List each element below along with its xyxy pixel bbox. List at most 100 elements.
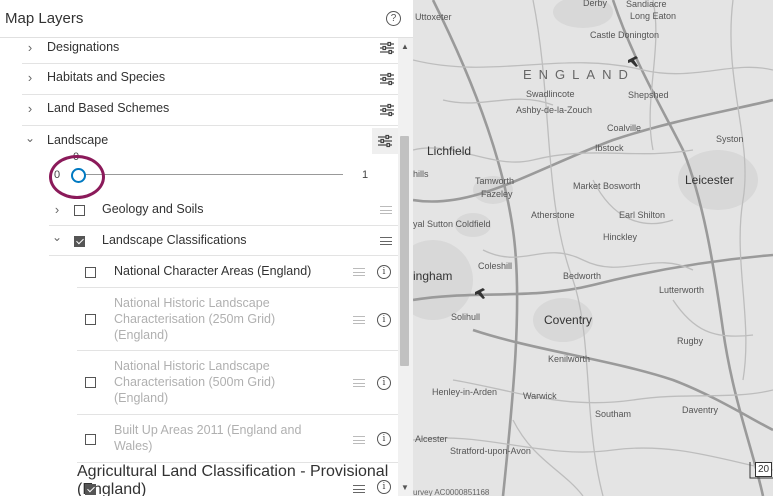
map-label: Southam — [595, 409, 632, 419]
map-label: Warwick — [523, 391, 557, 401]
layer-item-nhlc-500[interactable]: National Historic Landscape Characterisa… — [77, 351, 398, 415]
map-label: Alcester — [415, 434, 448, 444]
map-layers-panel: Map Layers ? › Designations › Habitats a… — [0, 0, 413, 496]
layer-label: National Historic Landscape Characterisa… — [114, 296, 276, 342]
drag-handle-icon[interactable] — [380, 206, 392, 214]
map-label: Market Bosworth — [573, 181, 641, 191]
map-label: ENGLAND — [523, 67, 635, 82]
layer-group-habitats[interactable]: › Habitats and Species — [22, 64, 398, 95]
drag-handle-icon[interactable] — [353, 485, 365, 493]
map-label: Sandiacre — [626, 0, 667, 9]
map-label: Hinckley — [603, 232, 638, 242]
layer-item-nhlc-250[interactable]: National Historic Landscape Characterisa… — [77, 288, 398, 351]
panel-header: Map Layers ? — [0, 0, 413, 38]
map-label: ingham — [413, 269, 453, 283]
map-label: Lichfield — [427, 144, 472, 158]
map-copyright: urvey AC0000851168 — [413, 488, 490, 496]
layer-group-land-based-schemes[interactable]: › Land Based Schemes — [22, 95, 398, 126]
map-label: Stratford-upon-Avon — [450, 446, 531, 456]
layer-item-alc[interactable]: Agricultural Land Classification - Provi… — [77, 463, 398, 496]
slider-track[interactable] — [78, 174, 343, 175]
settings-sliders-icon — [378, 134, 392, 148]
layer-checkbox[interactable] — [85, 267, 96, 278]
map-label: Earl Shilton — [619, 210, 666, 220]
layer-list: › Designations › Habitats and Species › … — [0, 38, 398, 496]
map-label: Bedworth — [563, 271, 602, 281]
annotation-circle — [49, 155, 105, 199]
map-label: Rugby — [677, 336, 704, 346]
settings-sliders-icon[interactable] — [379, 72, 395, 86]
info-icon[interactable]: i — [377, 313, 391, 327]
drag-handle-icon[interactable] — [353, 316, 365, 324]
settings-sliders-icon[interactable] — [379, 41, 395, 55]
layer-checkbox[interactable] — [85, 377, 96, 388]
map-scale-label: 20 — [755, 462, 773, 477]
chevron-right-icon[interactable]: › — [25, 71, 35, 85]
map-label: Coleshill — [478, 261, 513, 271]
layer-label: Land Based Schemes — [47, 101, 170, 115]
chevron-right-icon[interactable]: › — [25, 102, 35, 116]
settings-button-active[interactable] — [372, 128, 398, 154]
layer-label: Landscape — [47, 133, 109, 147]
layer-group-geology[interactable]: › Geology and Soils — [49, 196, 398, 226]
map-label: Leicester — [685, 173, 734, 187]
layer-label: Landscape Classifications — [102, 233, 247, 247]
scroll-down-arrow-icon[interactable]: ▼ — [401, 483, 409, 492]
map-label: Derby — [583, 0, 608, 8]
chevron-down-icon[interactable]: ⌄ — [52, 230, 62, 244]
map-label: Fazeley — [481, 189, 513, 199]
map-label: hills — [413, 169, 429, 179]
layer-group-landscape[interactable]: ⌄ Landscape — [22, 126, 398, 154]
layer-checkbox-checked[interactable] — [74, 236, 85, 247]
layer-checkbox[interactable] — [74, 205, 85, 216]
map-label: Swadlincote — [526, 89, 575, 99]
chevron-down-icon[interactable]: ⌄ — [25, 131, 35, 145]
map-label: yal Sutton Coldfield — [413, 219, 491, 229]
map-label: Long Eaton — [630, 11, 677, 21]
layer-group-landscape-classifications[interactable]: ⌄ Landscape Classifications — [49, 226, 398, 256]
slider-min-label: 0 — [54, 169, 61, 181]
layer-checkbox-checked[interactable] — [85, 484, 96, 495]
scrollbar[interactable]: ▲ ▼ — [398, 38, 413, 496]
info-icon[interactable]: i — [377, 480, 391, 494]
map-label: Uttoxeter — [415, 12, 452, 22]
map-label: Lutterworth — [659, 285, 705, 295]
chevron-right-icon[interactable]: › — [52, 203, 62, 217]
settings-sliders-icon[interactable] — [379, 103, 395, 117]
layer-label: Built Up Areas 2011 (England and Wales) — [114, 423, 302, 453]
layer-label: National Historic Landscape Characterisa… — [114, 359, 276, 405]
drag-handle-icon[interactable] — [380, 237, 392, 245]
slider-thumb[interactable] — [71, 168, 86, 183]
layer-label: Designations — [47, 40, 120, 54]
map-label: Tamworth — [475, 176, 515, 186]
info-icon[interactable]: i — [377, 265, 391, 279]
help-icon[interactable]: ? — [386, 11, 401, 26]
map-label: Henley-in-Arden — [432, 387, 498, 397]
layer-label: Agricultural Land Classification - Provi… — [77, 463, 389, 496]
layer-label: National Character Areas (England) — [114, 264, 312, 278]
scroll-thumb[interactable] — [400, 136, 409, 366]
map-label: Atherstone — [531, 210, 575, 220]
layer-checkbox[interactable] — [85, 314, 96, 325]
map-label: Daventry — [682, 405, 719, 415]
panel-title: Map Layers — [5, 10, 84, 27]
info-icon[interactable]: i — [377, 432, 391, 446]
scroll-up-arrow-icon[interactable]: ▲ — [401, 42, 409, 51]
drag-handle-icon[interactable] — [353, 379, 365, 387]
layer-item-nca[interactable]: National Character Areas (England) i — [77, 256, 398, 288]
layer-checkbox[interactable] — [85, 434, 96, 445]
slider-max-label: 1 — [362, 169, 369, 181]
layer-label: Habitats and Species — [47, 70, 166, 84]
map-label: Ibstock — [595, 143, 624, 153]
layer-group-designations[interactable]: › Designations — [22, 38, 398, 64]
map-label: Kenilworth — [548, 354, 591, 364]
map-view[interactable]: Derby Sandiacre Uttoxeter Long Eaton Cas… — [413, 0, 773, 496]
map-label: Solihull — [451, 312, 481, 322]
map-label: Ashby-de-la-Zouch — [516, 105, 593, 115]
layer-label: Geology and Soils — [102, 202, 204, 216]
drag-handle-icon[interactable] — [353, 268, 365, 276]
chevron-right-icon[interactable]: › — [25, 41, 35, 55]
drag-handle-icon[interactable] — [353, 436, 365, 444]
layer-item-built-up-areas[interactable]: Built Up Areas 2011 (England and Wales) … — [77, 415, 398, 463]
info-icon[interactable]: i — [377, 376, 391, 390]
